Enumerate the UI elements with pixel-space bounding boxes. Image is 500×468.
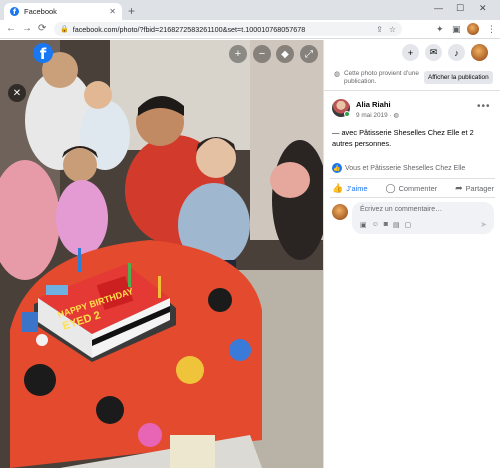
zoom-out-icon: − <box>258 48 266 60</box>
zoom-out-button[interactable]: − <box>253 45 271 63</box>
fullscreen-icon: ⤢ <box>305 48 313 60</box>
fullscreen-button[interactable]: ⤢ <box>300 45 318 63</box>
birthday-photo <box>0 40 323 468</box>
reactions-summary[interactable]: 👍 Vous et Pâtisserie Sheselles Chez Elle <box>332 163 465 173</box>
photo-info-panel: + ✉ ♪ ◍ Cette photo provient d’une publi… <box>323 40 500 468</box>
facebook-favicon-icon: f <box>10 7 19 16</box>
bookmark-star-icon[interactable]: ☆ <box>389 25 396 34</box>
close-viewer-button[interactable]: ✕ <box>8 84 26 102</box>
address-bar[interactable]: 🔒 facebook.com/photo/?fbid=2168272583261… <box>54 22 402 36</box>
post-date-text: 9 mai 2019 · <box>356 112 394 119</box>
new-tab-button[interactable]: + <box>128 4 135 18</box>
avatar-sticker-icon[interactable]: ▣ <box>360 221 367 229</box>
like-button[interactable]: 👍 J’aime <box>328 183 372 194</box>
tag-photo-button[interactable]: ◆ <box>276 45 294 63</box>
comment-tools: ▣ ☺ ◙ ▤ ▢ <box>360 221 411 229</box>
actions-divider-bottom <box>330 197 495 198</box>
plus-icon: + <box>407 47 414 58</box>
messenger-icon: ✉ <box>429 47 438 57</box>
maximize-button[interactable]: ☐ <box>456 3 464 14</box>
notifications-button[interactable]: ♪ <box>448 44 465 61</box>
comment-label: Commenter <box>398 183 438 193</box>
minimize-button[interactable]: — <box>434 3 443 13</box>
like-label: J’aime <box>346 183 368 193</box>
comment-input[interactable]: Écrivez un commentaire… ▣ ☺ ◙ ▤ ▢ ➤ <box>352 202 494 234</box>
forward-button[interactable]: → <box>22 23 32 34</box>
online-status-dot <box>344 111 350 117</box>
commenter-avatar[interactable] <box>332 204 348 220</box>
panel-divider <box>324 90 500 91</box>
browser-menu-icon[interactable]: ⋮ <box>487 24 496 35</box>
share-arrow-icon: ➦ <box>455 182 463 193</box>
zoom-in-icon: + <box>234 48 242 60</box>
lock-icon[interactable]: 🔒 <box>60 25 69 33</box>
photo-viewer[interactable]: HAPPY BIRTHDAY EYED 2 ✕ f + − ◆ ⤢ <box>0 40 323 468</box>
comment-button[interactable]: ◯ Commenter <box>381 183 441 194</box>
publication-notice: Cette photo provient d’une publication. <box>344 70 419 86</box>
globe-icon: ◍ <box>334 71 341 78</box>
send-icon[interactable]: ➤ <box>480 220 487 229</box>
comment-placeholder: Écrivez un commentaire… <box>360 206 443 213</box>
actions-divider-top <box>330 178 495 179</box>
reactions-text: Vous et Pâtisserie Sheselles Chez Elle <box>345 164 466 172</box>
reload-button[interactable]: ⟳ <box>38 23 46 34</box>
profile-avatar[interactable] <box>467 23 479 35</box>
facebook-logo-icon[interactable]: f <box>33 43 53 63</box>
show-publication-button[interactable]: Afficher la publication <box>424 71 493 84</box>
like-reaction-icon: 👍 <box>332 163 342 173</box>
share-label: Partager <box>465 183 494 193</box>
author-name[interactable]: Alia Riahi <box>356 100 391 109</box>
messenger-button[interactable]: ✉ <box>425 44 442 61</box>
share-button[interactable]: ➦ Partager <box>451 183 498 194</box>
side-panel-icon[interactable]: ▣ <box>452 24 461 35</box>
url-text[interactable]: facebook.com/photo/?fbid=216827258326110… <box>73 25 370 34</box>
audience-icon: ◍ <box>393 112 399 119</box>
more-options-button[interactable]: ••• <box>477 101 491 112</box>
window-close-button[interactable]: ✕ <box>479 3 487 14</box>
zoom-in-button[interactable]: + <box>229 45 247 63</box>
tab-title: Facebook <box>24 7 57 16</box>
close-icon: ✕ <box>12 87 22 99</box>
post-actions: 👍 J’aime ◯ Commenter ➦ Partager <box>328 180 498 196</box>
post-text: — avec Pâtisserie Sheselles Chez Elle et… <box>332 128 474 148</box>
browser-toolbar: ← → ⟳ 🔒 facebook.com/photo/?fbid=2168272… <box>0 20 500 39</box>
tag-icon: ◆ <box>281 48 289 60</box>
gif-icon[interactable]: ▤ <box>393 221 400 229</box>
browser-tab-strip: f Facebook ✕ + — ☐ ✕ <box>0 0 500 20</box>
emoji-icon[interactable]: ☺ <box>372 221 379 229</box>
comment-bubble-icon: ◯ <box>385 182 396 193</box>
account-avatar[interactable] <box>471 44 488 61</box>
back-button[interactable]: ← <box>6 23 16 34</box>
camera-icon[interactable]: ◙ <box>384 221 388 229</box>
extensions-puzzle-icon[interactable]: ✦ <box>436 24 444 35</box>
bell-icon: ♪ <box>454 47 459 58</box>
tab-close-icon[interactable]: ✕ <box>109 7 116 16</box>
post-date[interactable]: 9 mai 2019 · ◍ <box>356 111 399 119</box>
sticker-icon[interactable]: ▢ <box>405 221 412 229</box>
share-page-icon[interactable]: ⇪ <box>376 25 383 34</box>
thumbs-up-icon: 👍 <box>332 182 344 193</box>
browser-tab[interactable]: f Facebook ✕ <box>4 3 122 20</box>
create-button[interactable]: + <box>402 44 419 61</box>
